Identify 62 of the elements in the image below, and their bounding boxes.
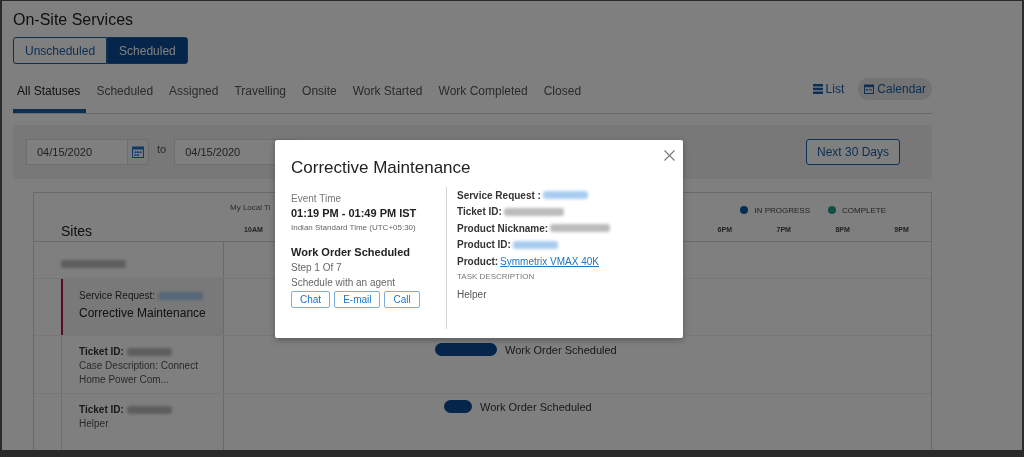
legend-label: IN PROGRESS <box>754 205 810 215</box>
ticket-description: Case Description: Connect Home Power Com... <box>79 359 199 387</box>
contact-button[interactable]: Chat <box>291 291 331 308</box>
step-text: Step 1 Of 7 <box>291 262 343 273</box>
contact-button[interactable]: Call <box>384 291 420 308</box>
event-label: Work Order Scheduled <box>505 343 617 356</box>
field-label: Service Request : <box>457 189 541 201</box>
redacted-text <box>158 291 204 300</box>
redacted-text <box>550 224 611 233</box>
field-label: Ticket ID: <box>79 404 124 415</box>
view-toggle[interactable]: List <box>806 78 851 100</box>
mode-tab[interactable]: Scheduled <box>107 37 188 64</box>
status-heading: Work Order Scheduled <box>291 246 411 258</box>
redacted-text <box>126 405 172 414</box>
field-label: Product Nickname: <box>457 222 549 234</box>
redacted-text <box>61 260 126 268</box>
column-heading: Sites <box>61 223 93 239</box>
calendar-icon <box>864 84 875 94</box>
request-title: Corrective Maintenance <box>79 306 207 320</box>
task-description: Helper <box>457 288 488 300</box>
status-tab[interactable]: Work Started <box>348 78 429 113</box>
ticket-description: Helper <box>79 417 110 431</box>
mode-tab[interactable]: Unscheduled <box>13 37 108 64</box>
event-label: Work Order Scheduled <box>480 400 592 413</box>
field-label: Product: <box>457 255 499 267</box>
date-field[interactable]: 04/15/2020 <box>174 139 276 165</box>
redacted-text <box>126 347 172 356</box>
product-link[interactable]: Symmetrix VMAX 40K <box>500 255 600 267</box>
redacted-text <box>503 207 564 216</box>
event-bar[interactable] <box>444 400 472 413</box>
close-icon[interactable] <box>664 150 675 161</box>
field-label: Ticket ID: <box>457 206 502 218</box>
field-label: Product ID: <box>457 239 511 251</box>
status-tab[interactable]: Onsite <box>298 78 343 113</box>
list-icon <box>812 84 823 94</box>
status-tab[interactable]: Travelling <box>230 78 293 113</box>
status-tab[interactable]: Work Completed <box>434 78 534 113</box>
time-caption: My Local Ti <box>230 203 271 214</box>
range-separator: to <box>157 143 167 155</box>
redacted-text <box>512 240 558 249</box>
section-label: TASK DESCRIPTION <box>457 271 536 281</box>
page-title: On-Site Services <box>12 10 135 30</box>
status-tab[interactable]: Closed <box>539 78 588 113</box>
field-label: Ticket ID: <box>79 346 124 357</box>
timezone-text: Indian Standard Time (UTC+05:30) <box>291 223 417 232</box>
schedule-text: Schedule with an agent <box>291 277 396 288</box>
service-request-item[interactable]: Service Request: Corrective Maintenance <box>61 279 223 335</box>
redacted-text <box>542 191 588 200</box>
dialog-title: Corrective Maintenance <box>291 158 472 178</box>
contact-button[interactable]: E-mail <box>334 291 381 308</box>
status-tab[interactable]: Scheduled <box>92 78 160 113</box>
date-field[interactable]: 04/15/2020 <box>26 139 127 165</box>
status-tab[interactable]: Assigned <box>165 78 225 113</box>
field-label: Service Request: <box>79 290 156 301</box>
status-tab[interactable]: All Statuses <box>13 78 87 113</box>
next-30-days-button[interactable]: Next 30 Days <box>805 139 900 165</box>
calendar-icon[interactable] <box>132 146 144 158</box>
view-toggle[interactable]: Calendar <box>858 78 932 100</box>
legend-label: COMPLETE <box>842 205 886 215</box>
event-time: 01:19 PM - 01:49 PM IST <box>291 207 418 219</box>
event-time-label: Event Time <box>291 193 343 204</box>
event-bar[interactable] <box>435 343 497 356</box>
